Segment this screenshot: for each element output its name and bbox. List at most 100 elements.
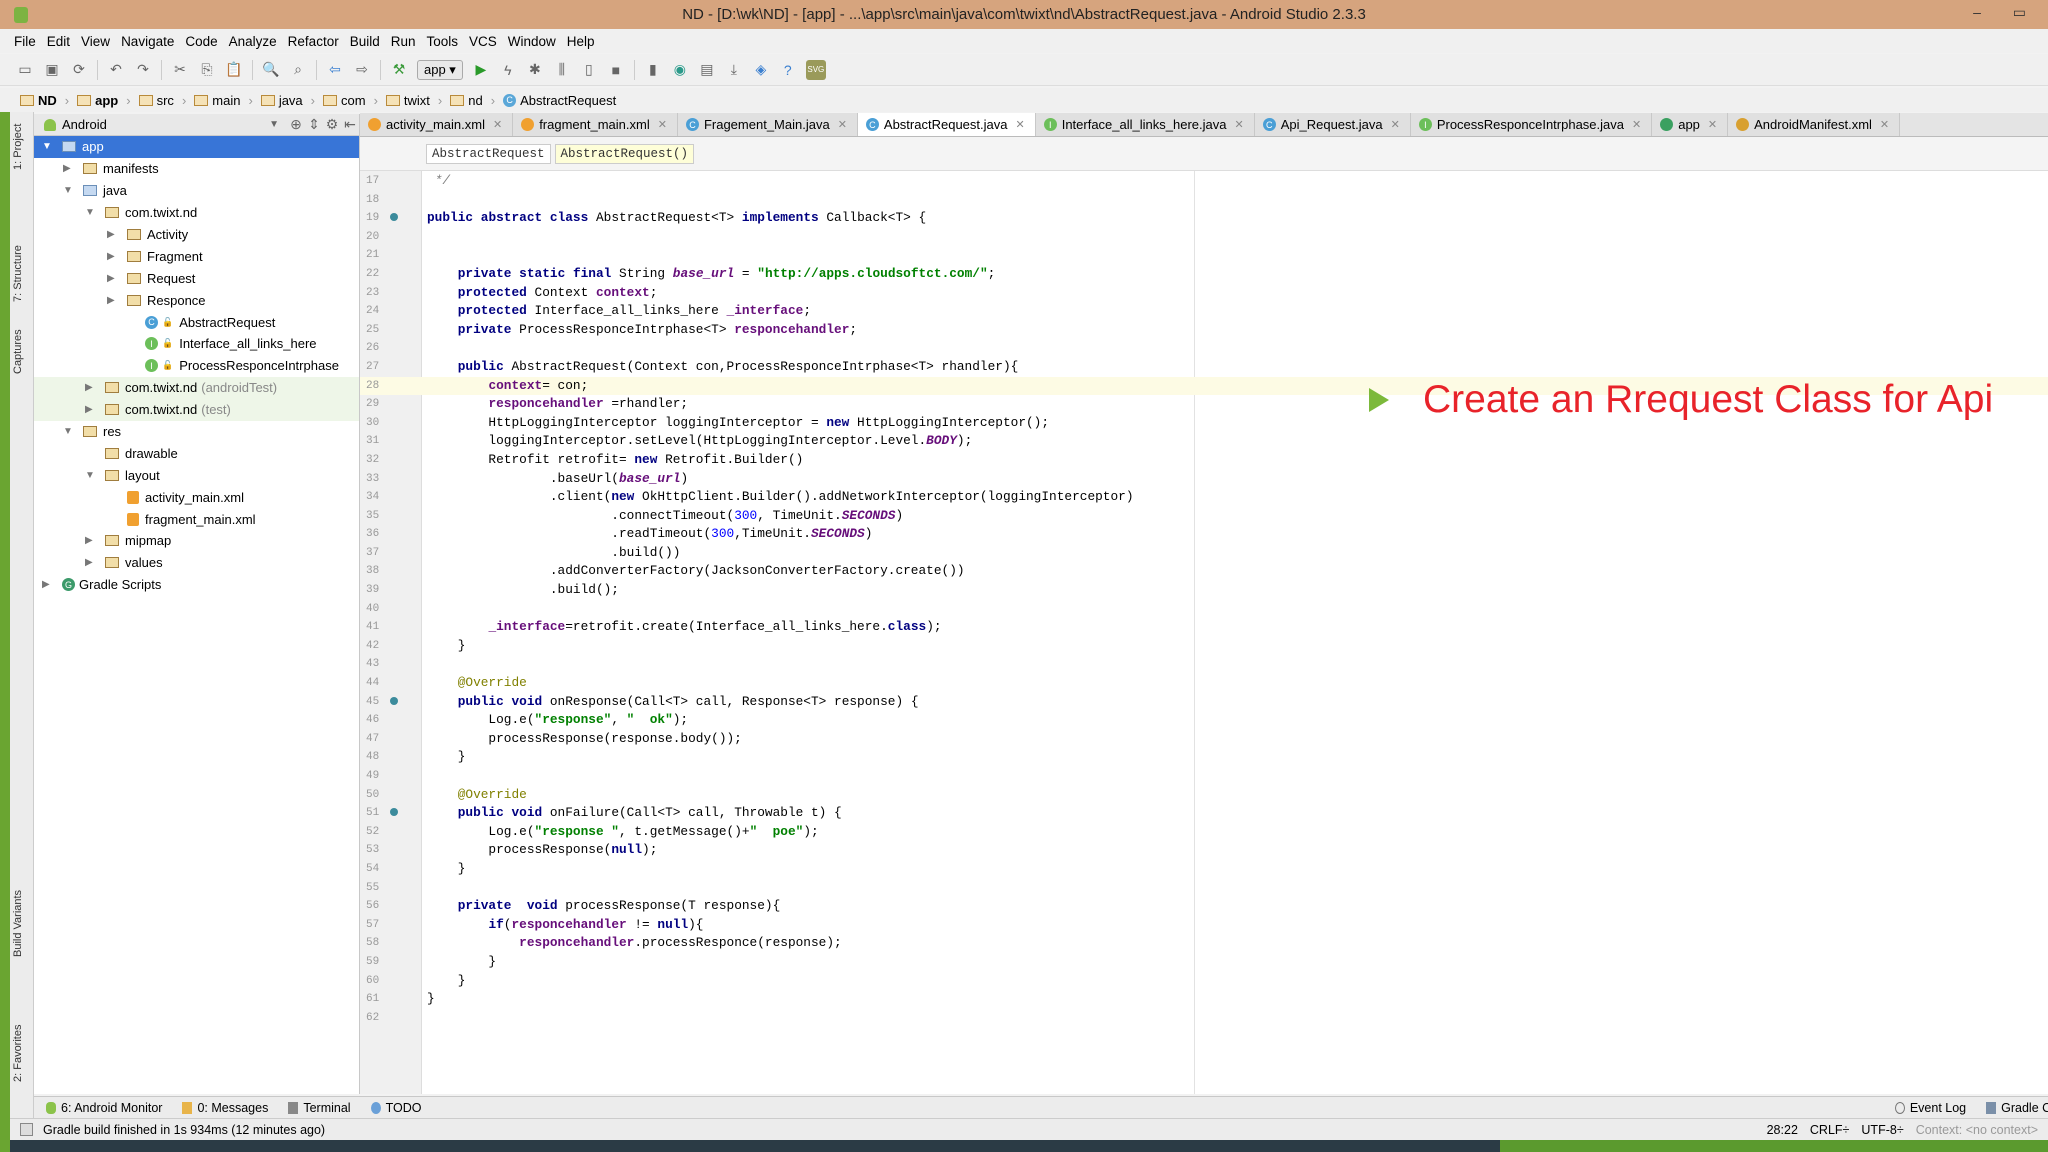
close-icon[interactable]: ✕ [1391, 118, 1400, 131]
project-view-select[interactable]: Android [62, 117, 107, 132]
back-icon[interactable]: ⇦ [326, 61, 344, 79]
svg-plugin-icon[interactable]: SVG [805, 59, 826, 80]
code-line[interactable]: 34 .client(new OkHttpClient.Builder().ad… [360, 488, 2048, 507]
expanded-arrow-icon[interactable]: ▼ [85, 470, 95, 481]
menu-navigate[interactable]: Navigate [121, 34, 174, 49]
code-line[interactable]: 36 .readTimeout(300,TimeUnit.SECONDS) [360, 525, 2048, 544]
tab-abstractrequest-java[interactable]: C AbstractRequest.java ✕ [857, 113, 1036, 136]
close-icon[interactable]: ✕ [658, 118, 667, 131]
tree-item[interactable]: ▶ Fragment [34, 245, 359, 267]
breadcrumb-item[interactable]: C AbstractRequest [503, 93, 616, 108]
code-line[interactable]: 23 protected Context context; [360, 284, 2048, 303]
tab-processresponceintrphase-java[interactable]: I ProcessResponceIntrphase.java ✕ [1410, 113, 1653, 136]
override-marker-icon[interactable] [390, 696, 398, 705]
collapsed-arrow-icon[interactable]: ▶ [107, 229, 115, 240]
code-line[interactable]: 24 protected Interface_all_links_here _i… [360, 302, 2048, 321]
collapsed-arrow-icon[interactable]: ▶ [85, 557, 93, 568]
breadcrumb-item[interactable]: com [323, 93, 378, 108]
run-configuration-select[interactable]: app ▾ [417, 59, 463, 80]
breadcrumb-item[interactable]: main [194, 93, 253, 108]
tree-item[interactable]: ▶ manifests [34, 158, 359, 180]
code-line[interactable]: 51 public void onFailure(Call<T> call, T… [360, 804, 2048, 823]
code-line[interactable]: 62 [360, 1009, 2048, 1028]
tool-window-favorites[interactable]: 2: Favorites [12, 1025, 24, 1082]
tool-window-project[interactable]: 1: Project [12, 124, 24, 170]
collapsed-arrow-icon[interactable]: ▶ [85, 535, 93, 546]
collapsed-arrow-icon[interactable]: ▶ [42, 579, 50, 590]
code-line[interactable]: 47 processResponse(response.body()); [360, 730, 2048, 749]
code-line[interactable]: 41 _interface=retrofit.create(Interface_… [360, 618, 2048, 637]
undo-icon[interactable]: ↶ [107, 61, 125, 79]
breadcrumb-class[interactable]: AbstractRequest [426, 143, 551, 164]
tree-item[interactable]: ▶ G Gradle Scripts [34, 574, 359, 596]
code-line[interactable]: 20 [360, 228, 2048, 247]
menu-edit[interactable]: Edit [47, 34, 70, 49]
sync-icon[interactable]: ⟳ [70, 61, 88, 79]
code-line[interactable]: 43 [360, 655, 2048, 674]
paste-icon[interactable]: 📋 [225, 61, 243, 79]
code-line[interactable]: 53 processResponse(null); [360, 841, 2048, 860]
tree-item[interactable]: ▶ com.twixt.nd (test) [34, 398, 359, 421]
tree-item[interactable]: I 🔓 Interface_all_links_here [34, 333, 359, 355]
tree-item[interactable]: ▶ mipmap [34, 530, 359, 552]
tree-item[interactable]: drawable [34, 442, 359, 464]
tool-messages[interactable]: 0: Messages [182, 1101, 268, 1115]
tab-api-request-java[interactable]: C Api_Request.java ✕ [1254, 113, 1411, 136]
collapsed-arrow-icon[interactable]: ▶ [63, 163, 71, 174]
find-icon[interactable]: 🔍 [262, 61, 280, 79]
attach-debugger-icon[interactable]: ⫼ [553, 61, 571, 79]
tree-item[interactable]: ▶ com.twixt.nd (androidTest) [34, 376, 359, 399]
code-line[interactable]: 39 .build(); [360, 581, 2048, 600]
code-line[interactable]: 26 [360, 339, 2048, 358]
code-line[interactable]: 17 */ [360, 172, 2048, 191]
tab-interface-all-links-here-java[interactable]: I Interface_all_links_here.java ✕ [1035, 113, 1255, 136]
tree-item[interactable]: ▼ res [34, 421, 359, 443]
code-line[interactable]: 40 [360, 600, 2048, 619]
sdk-manager-icon[interactable]: ⤓ [725, 61, 743, 79]
apply-changes-icon[interactable]: ϟ [499, 61, 517, 79]
collapsed-arrow-icon[interactable]: ▶ [107, 273, 115, 284]
code-line[interactable]: 50 @Override [360, 786, 2048, 805]
menu-refactor[interactable]: Refactor [288, 34, 339, 49]
breadcrumb-method[interactable]: AbstractRequest() [554, 143, 695, 164]
code-line[interactable]: 49 [360, 767, 2048, 786]
collapsed-arrow-icon[interactable]: ▶ [107, 295, 115, 306]
project-structure-icon[interactable]: ▤ [698, 61, 716, 79]
collapsed-arrow-icon[interactable]: ▶ [85, 404, 93, 415]
menu-view[interactable]: View [81, 34, 110, 49]
expanded-arrow-icon[interactable]: ▼ [63, 426, 73, 437]
tree-item[interactable]: ▶ Request [34, 267, 359, 289]
close-icon[interactable]: ✕ [493, 118, 502, 131]
gear-icon[interactable]: ⚙ [323, 116, 341, 134]
file-encoding[interactable]: UTF-8÷ [1861, 1123, 1903, 1137]
stop-icon[interactable]: ■ [607, 61, 625, 79]
tool-gradle-console[interactable]: Gradle Console [1986, 1101, 2048, 1115]
tree-item[interactable]: activity_main.xml [34, 486, 359, 508]
avd-manager-icon[interactable]: ▮ [644, 61, 662, 79]
tool-window-build-variants[interactable]: Build Variants [12, 890, 24, 957]
save-icon[interactable]: ▣ [43, 61, 61, 79]
menu-build[interactable]: Build [350, 34, 380, 49]
device-icon[interactable]: ▯ [580, 61, 598, 79]
collapsed-arrow-icon[interactable]: ▶ [107, 251, 115, 262]
tab-androidmanifest-xml[interactable]: AndroidManifest.xml ✕ [1728, 113, 1901, 136]
cut-icon[interactable]: ✂ [171, 61, 189, 79]
code-line[interactable]: 38 .addConverterFactory(JacksonConverter… [360, 562, 2048, 581]
tree-item[interactable]: ▼ com.twixt.nd [34, 202, 359, 224]
override-marker-icon[interactable] [390, 213, 398, 222]
tab-fragment-main-xml[interactable]: fragment_main.xml ✕ [513, 113, 678, 136]
hide-panel-icon[interactable]: ⇤ [341, 116, 359, 134]
breadcrumb-item[interactable]: ND [20, 93, 69, 108]
tree-item[interactable]: fragment_main.xml [34, 508, 359, 530]
code-line[interactable]: 31 loggingInterceptor.setLevel(HttpLoggi… [360, 432, 2048, 451]
code-line[interactable]: 35 .connectTimeout(300, TimeUnit.SECONDS… [360, 507, 2048, 526]
menu-window[interactable]: Window [508, 34, 556, 49]
collapsed-arrow-icon[interactable]: ▶ [85, 382, 93, 393]
close-icon[interactable]: ✕ [1015, 118, 1024, 131]
menu-vcs[interactable]: VCS [469, 34, 497, 49]
code-line[interactable]: 37 .build()) [360, 544, 2048, 563]
tree-item[interactable]: ▼ layout [34, 464, 359, 486]
status-message[interactable]: Gradle build finished in 1s 934ms (12 mi… [43, 1123, 325, 1137]
breadcrumb-item[interactable]: src [138, 93, 187, 108]
code-editor[interactable]: AbstractRequest AbstractRequest() 17 */1… [360, 137, 2048, 1094]
